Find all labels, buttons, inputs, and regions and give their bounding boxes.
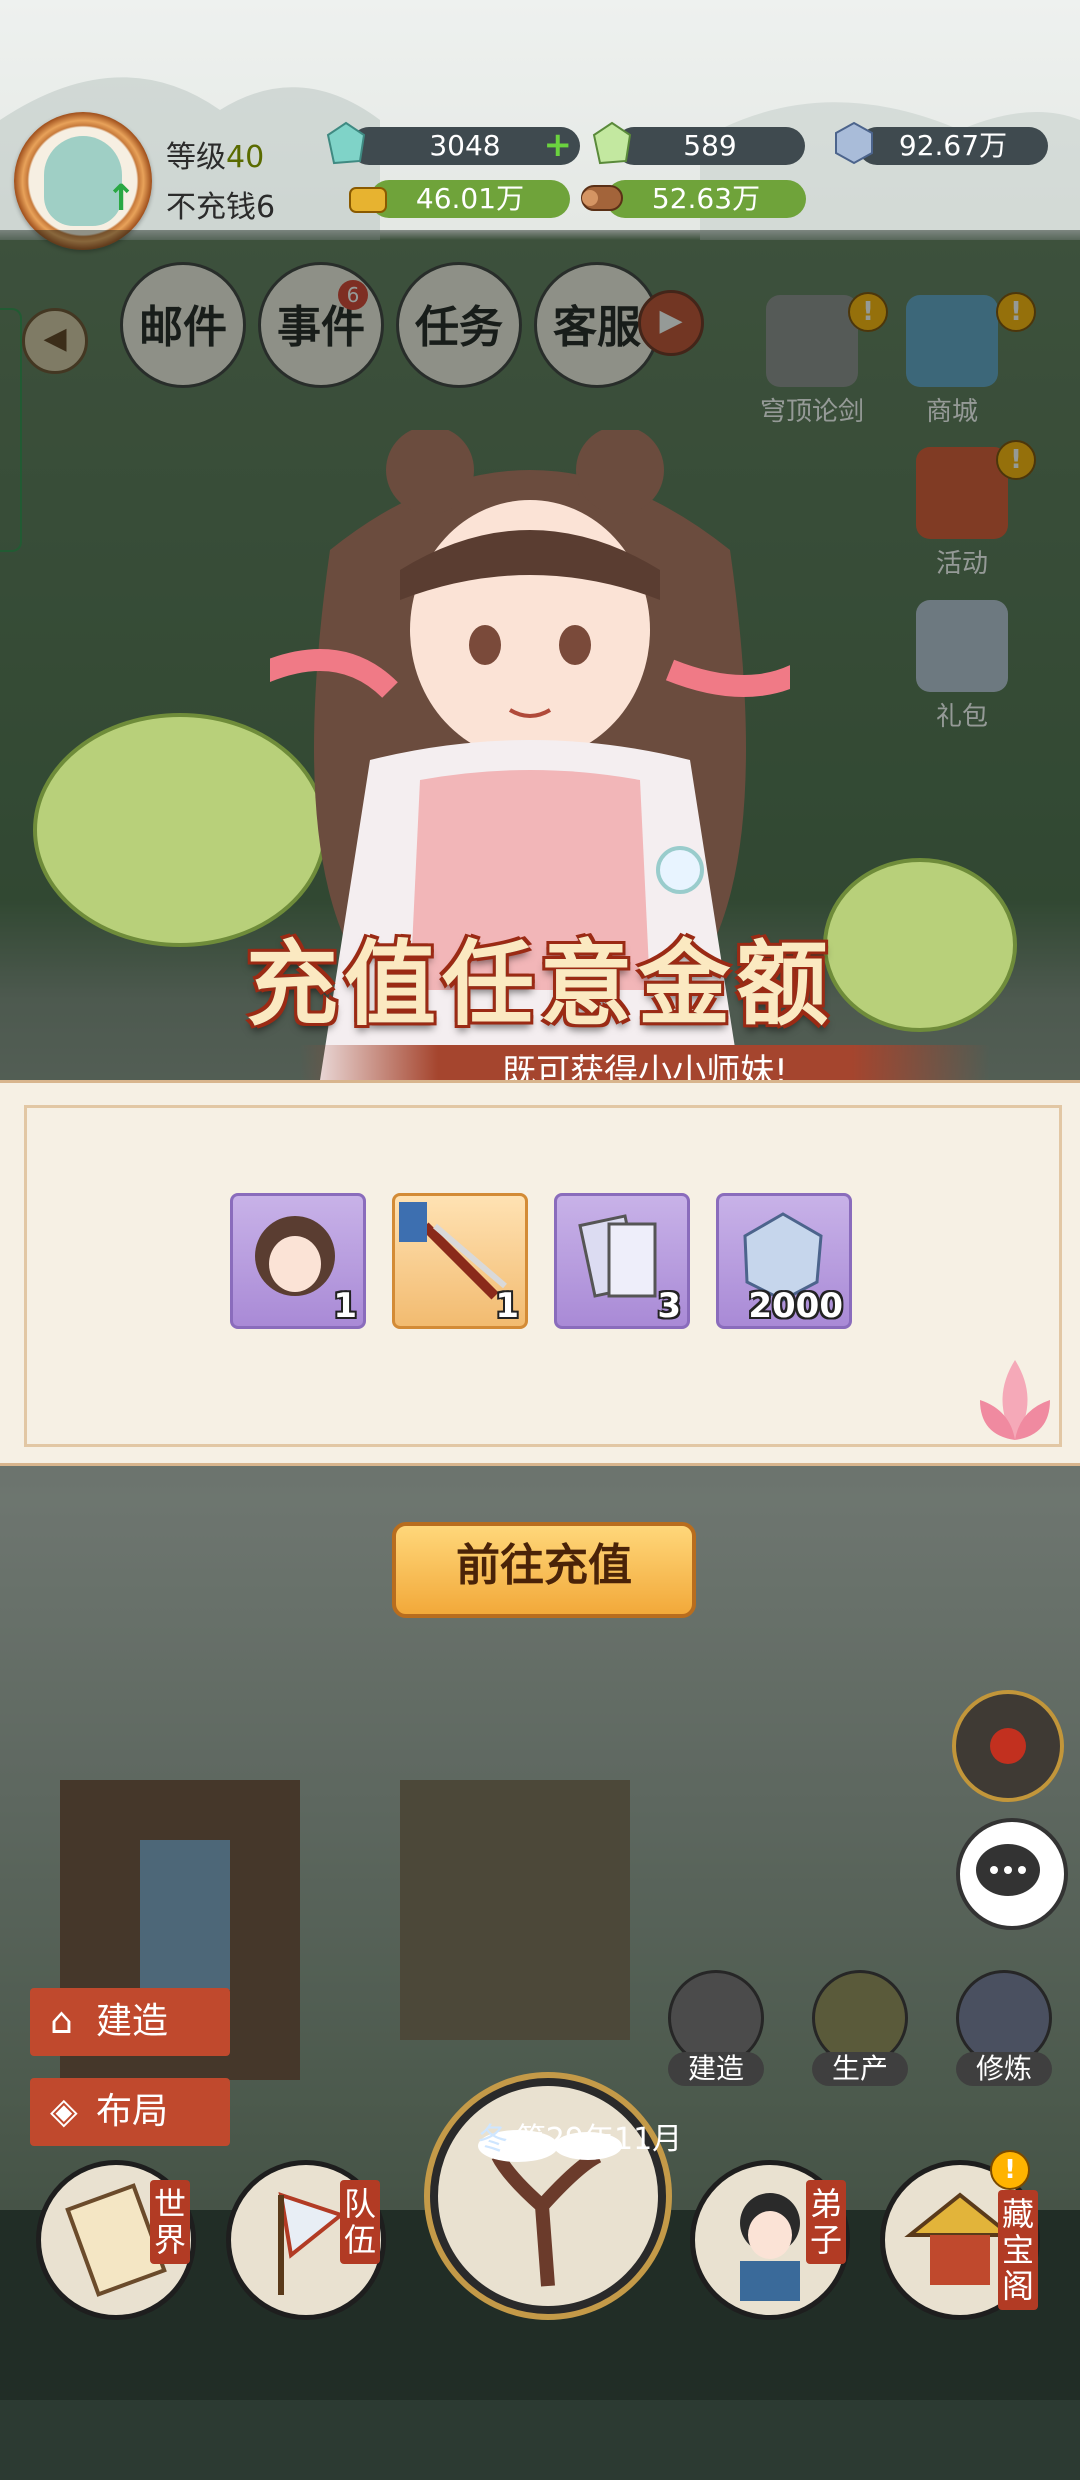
jade-counter[interactable]: 3048 + (350, 127, 580, 165)
go-recharge-button[interactable]: 前往充值 (392, 1522, 696, 1618)
wood-log-icon (581, 185, 623, 211)
crystal-counter[interactable]: 589 (615, 127, 805, 165)
gold-ingot-icon (349, 187, 387, 213)
gold-counter[interactable]: 46.01万 (370, 180, 570, 218)
chat-bubble-icon (976, 1844, 1040, 1896)
jade-icon (326, 121, 366, 165)
diamond-counter[interactable]: 92.67万 (858, 127, 1048, 165)
season-tree-dial[interactable] (430, 2078, 666, 2314)
small-button-build[interactable]: 建造 (668, 1970, 764, 2086)
nav-team-label: 队伍 (340, 2180, 380, 2264)
nav-disciple-label: 弟子 (806, 2180, 846, 2264)
diamond-icon (835, 121, 873, 165)
small-button-produce[interactable]: 生产 (812, 1970, 908, 2086)
build-mode-button[interactable]: ⌂ 建造 (30, 1988, 230, 2056)
crystal-icon (592, 121, 632, 165)
reward-item-diamonds[interactable]: 2000 (716, 1193, 852, 1329)
winter-tree-icon (478, 2130, 622, 2287)
reward-item-disciple[interactable]: 1 (230, 1193, 366, 1329)
compass-icon (990, 1728, 1026, 1764)
wood-counter[interactable]: 52.63万 (606, 180, 806, 218)
reward-panel-frame (24, 1105, 1062, 1447)
level-up-arrow-icon: ↑ (106, 178, 137, 219)
small-button-cultivate[interactable]: 修炼 (956, 1970, 1052, 2086)
reward-item-sword[interactable]: 1 (392, 1193, 528, 1329)
lotus-flower-icon (980, 1360, 1050, 1440)
layout-mode-button[interactable]: ◈ 布局 (30, 2078, 230, 2146)
player-status: 不充钱6 (166, 190, 276, 225)
nav-world-label: 世界 (150, 2180, 190, 2264)
house-icon: ⌂ (50, 2001, 73, 2042)
grid-layout-icon: ◈ (50, 2091, 78, 2132)
player-level: 等级40 (166, 140, 265, 175)
add-jade-icon[interactable]: + (544, 127, 573, 163)
special-event-button[interactable] (952, 1690, 1064, 1802)
reward-panel: 1 1 3 2000 (0, 1080, 1080, 1466)
reward-item-scrolls[interactable]: 3 (554, 1193, 690, 1329)
chat-button[interactable] (956, 1818, 1068, 1930)
season-date: 冬第29年11月 (477, 2122, 683, 2157)
treasure-alert-icon: ! (990, 2150, 1030, 2190)
popup-title: 充值任意金额 (245, 930, 834, 1038)
nav-treasure-label: 藏宝阁 (998, 2190, 1038, 2310)
